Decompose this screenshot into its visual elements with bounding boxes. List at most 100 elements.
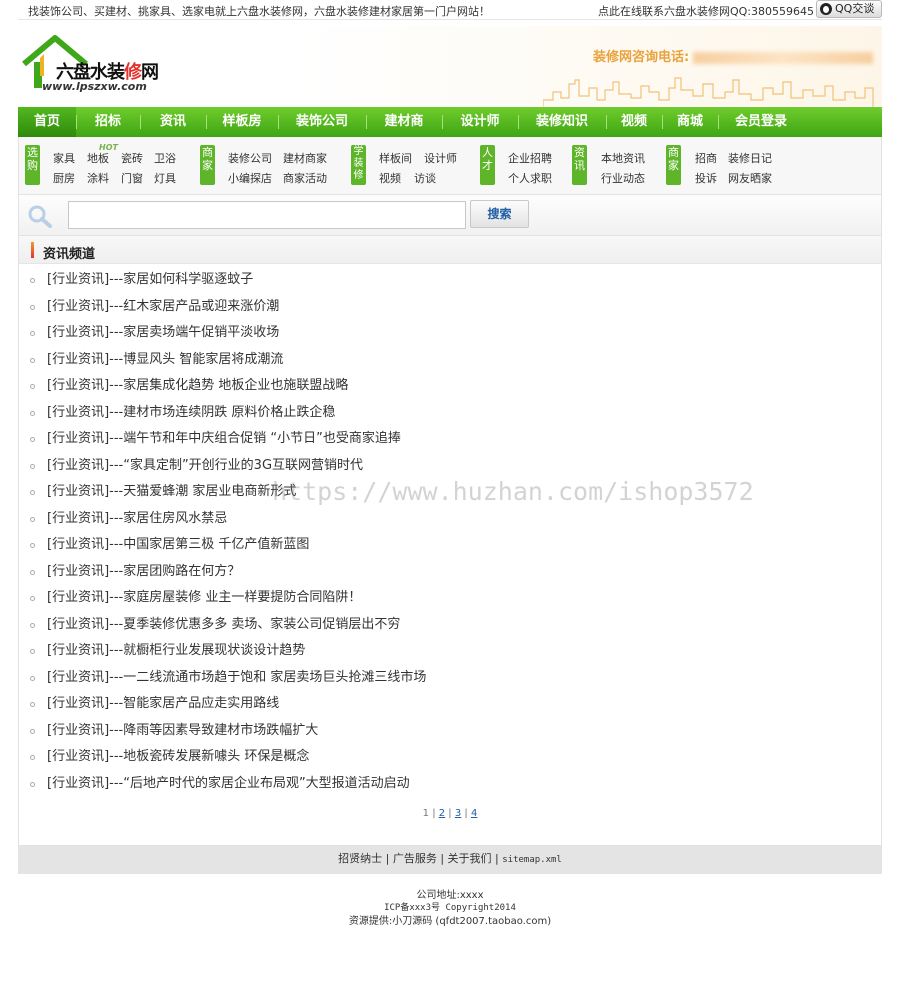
news-item[interactable]: [行业资讯]---地板瓷砖发展新噱头 环保是概念 xyxy=(19,744,881,771)
channel-header: 资讯频道 xyxy=(19,236,881,264)
subnav-link[interactable]: 家具 xyxy=(53,150,75,166)
nav-decoration-company[interactable]: 装饰公司 xyxy=(278,107,366,137)
news-item[interactable]: [行业资讯]---博显风头 智能家居将成潮流 xyxy=(19,347,881,374)
subnav-link[interactable]: 网友晒家 xyxy=(728,170,772,186)
bullet-icon xyxy=(30,357,35,363)
header: 装修网咨询电话: 六盘水装修网 www.lpszxw.com xyxy=(18,22,882,108)
nav-news[interactable]: 资讯 xyxy=(140,107,206,137)
bullet-icon xyxy=(30,490,35,495)
subnav-link[interactable]: 装修公司 xyxy=(228,150,272,166)
site-slogan: 找装饰公司、买建材、挑家具、选家电就上六盘水装修网，六盘水装修建材家居第一门户网… xyxy=(28,5,490,18)
news-item[interactable]: [行业资讯]---红木家居产品或迎来涨价潮 xyxy=(19,294,881,321)
nav-home[interactable]: 首页 xyxy=(18,107,76,137)
nav-video[interactable]: 视频 xyxy=(606,107,662,137)
nav-building-materials[interactable]: 建材商 xyxy=(366,107,442,137)
city-skyline-illustration xyxy=(543,77,874,108)
subnav-link[interactable]: 门窗 xyxy=(121,170,143,186)
subnav-link[interactable]: 设计师 xyxy=(424,150,457,166)
subnav-link[interactable]: 视频 xyxy=(379,170,401,186)
footer-link-sitemap[interactable]: sitemap.xml xyxy=(502,855,562,865)
page-link[interactable]: 3 xyxy=(455,808,461,819)
subnav-link[interactable]: 灯具 xyxy=(154,170,176,186)
bullet-icon xyxy=(30,649,35,654)
bullet-icon xyxy=(30,304,35,310)
news-channel: 资讯频道 [行业资讯]---家居如何科学驱逐蚊子 [行业资讯]---红木家居产品… xyxy=(18,236,882,846)
search-bar: 搜索 xyxy=(18,194,882,236)
subnav-link[interactable]: 投诉 xyxy=(695,170,717,186)
bullet-icon xyxy=(30,278,35,283)
news-item[interactable]: [行业资讯]---夏季装修优惠多多 卖场、家装公司促销层出不穷 xyxy=(19,612,881,639)
news-item[interactable]: [行业资讯]---一二线流通市场趋于饱和 家居卖场巨头抢滩三线市场 xyxy=(19,665,881,692)
news-item[interactable]: [行业资讯]---就橱柜行业发展现状谈设计趋势 xyxy=(19,638,881,665)
hotline: 装修网咨询电话: xyxy=(593,46,874,65)
main-nav: 首页 招标 资讯 样板房 装饰公司 建材商 设计师 装修知识 视频 商城 会员登… xyxy=(18,107,882,137)
badge-merchant-2: 商家 xyxy=(666,145,681,185)
qq-chat-button[interactable]: QQ交谈 xyxy=(816,0,882,18)
subnav-link[interactable]: 厨房 xyxy=(53,170,75,186)
channel-title: 资讯频道 xyxy=(43,247,96,262)
page-link[interactable]: 2 xyxy=(439,808,445,819)
subnav-link[interactable]: 个人求职 xyxy=(508,170,552,186)
badge-learn-decoration: 学装修 xyxy=(351,145,366,185)
bullet-icon xyxy=(30,437,35,442)
nav-bidding[interactable]: 招标 xyxy=(76,107,140,137)
news-item[interactable]: [行业资讯]---“后地产时代的家居企业布局观”大型报道活动启动 xyxy=(19,771,881,798)
subnav-link[interactable]: 瓷砖 xyxy=(121,150,143,166)
nav-designer[interactable]: 设计师 xyxy=(442,107,518,137)
news-item[interactable]: [行业资讯]---家居团购路在何方？ xyxy=(19,559,881,586)
news-item[interactable]: [行业资讯]---降雨等因素导致建材市场跌幅扩大 xyxy=(19,718,881,745)
badge-merchant: 商家 xyxy=(200,145,215,185)
hotline-label: 装修网咨询电话: xyxy=(593,50,690,65)
site-logo[interactable]: 六盘水装修网 www.lpszxw.com xyxy=(20,32,180,94)
subnav-link[interactable]: 企业招聘 xyxy=(508,150,552,166)
sub-nav: 选购 家具 地板 HOT 瓷砖 卫浴 厨房 涂料 门窗 灯具 商家 装修公司 建… xyxy=(18,137,882,194)
logo-domain: www.lpszxw.com xyxy=(42,80,147,93)
bullet-icon xyxy=(30,516,35,522)
subnav-link[interactable]: 访谈 xyxy=(414,170,436,186)
nav-showroom[interactable]: 样板房 xyxy=(206,107,278,137)
news-item[interactable]: [行业资讯]---端午节和年中庆组合促销 “小节日”也受商家追捧 xyxy=(19,426,881,453)
subnav-link[interactable]: 装修日记 xyxy=(728,150,772,166)
news-item[interactable]: [行业资讯]---家庭房屋装修 业主一样要提防合同陷阱！ xyxy=(19,585,881,612)
nav-decoration-knowledge[interactable]: 装修知识 xyxy=(518,107,606,137)
subnav-link[interactable]: 样板间 xyxy=(379,150,412,166)
page-current: 1 xyxy=(422,808,430,819)
footer-link-about[interactable]: 关于我们 xyxy=(448,852,492,865)
subnav-link[interactable]: 涂料 xyxy=(87,170,109,186)
qq-contact-text[interactable]: 点此在线联系六盘水装修网QQ:380559645 xyxy=(598,3,814,19)
footer-source: 资源提供:小刀源码 (qfdt2007.taobao.com) xyxy=(348,916,552,927)
footer-link-ads[interactable]: 广告服务 xyxy=(393,852,437,865)
bullet-icon xyxy=(30,728,35,734)
subnav-link[interactable]: 地板 xyxy=(87,150,109,166)
news-item[interactable]: [行业资讯]---智能家居产品应走实用路线 xyxy=(19,691,881,718)
news-item[interactable]: [行业资讯]---家居住房风水禁忌 xyxy=(19,506,881,533)
subnav-link[interactable]: 本地资讯 xyxy=(601,150,645,166)
news-item[interactable]: [行业资讯]---家居如何科学驱逐蚊子 xyxy=(19,267,881,294)
subnav-link[interactable]: 招商 xyxy=(695,150,717,166)
search-input[interactable] xyxy=(68,201,466,229)
news-item[interactable]: [行业资讯]---家居卖场端午促销平淡收场 xyxy=(19,320,881,347)
news-item[interactable]: [行业资讯]---建材市场连续阴跌 原料价格止跌企稳 xyxy=(19,400,881,427)
subnav-link[interactable]: 小编探店 xyxy=(228,170,272,186)
subnav-link[interactable]: 商家活动 xyxy=(283,170,327,186)
subnav-link[interactable]: 行业动态 xyxy=(601,170,645,186)
bullet-icon xyxy=(30,675,35,681)
search-icon xyxy=(28,205,52,228)
footer-icp: ICP备xxx3号 Copyright2014 xyxy=(384,903,516,913)
news-item[interactable]: [行业资讯]---家居集成化趋势 地板企业也施联盟战略 xyxy=(19,373,881,400)
nav-member-login[interactable]: 会员登录 xyxy=(718,107,804,137)
bullet-icon xyxy=(30,702,35,707)
footer-link-jobs[interactable]: 招贤纳士 xyxy=(338,852,382,865)
bullet-icon xyxy=(30,755,35,760)
badge-talent: 人才 xyxy=(480,145,495,185)
news-item[interactable]: [行业资讯]---中国家居第三极 千亿产值新蓝图 xyxy=(19,532,881,559)
search-button[interactable]: 搜索 xyxy=(470,200,529,228)
bullet-icon xyxy=(30,463,35,469)
nav-mall[interactable]: 商城 xyxy=(662,107,718,137)
badge-news: 资讯 xyxy=(572,145,587,185)
qq-chat-label: QQ交谈 xyxy=(835,2,875,15)
page-link[interactable]: 4 xyxy=(471,808,477,819)
news-item[interactable]: [行业资讯]---“家具定制”开创行业的3G互联网营销时代 xyxy=(19,453,881,480)
subnav-link[interactable]: 卫浴 xyxy=(154,150,176,166)
subnav-link[interactable]: 建材商家 xyxy=(283,150,327,166)
